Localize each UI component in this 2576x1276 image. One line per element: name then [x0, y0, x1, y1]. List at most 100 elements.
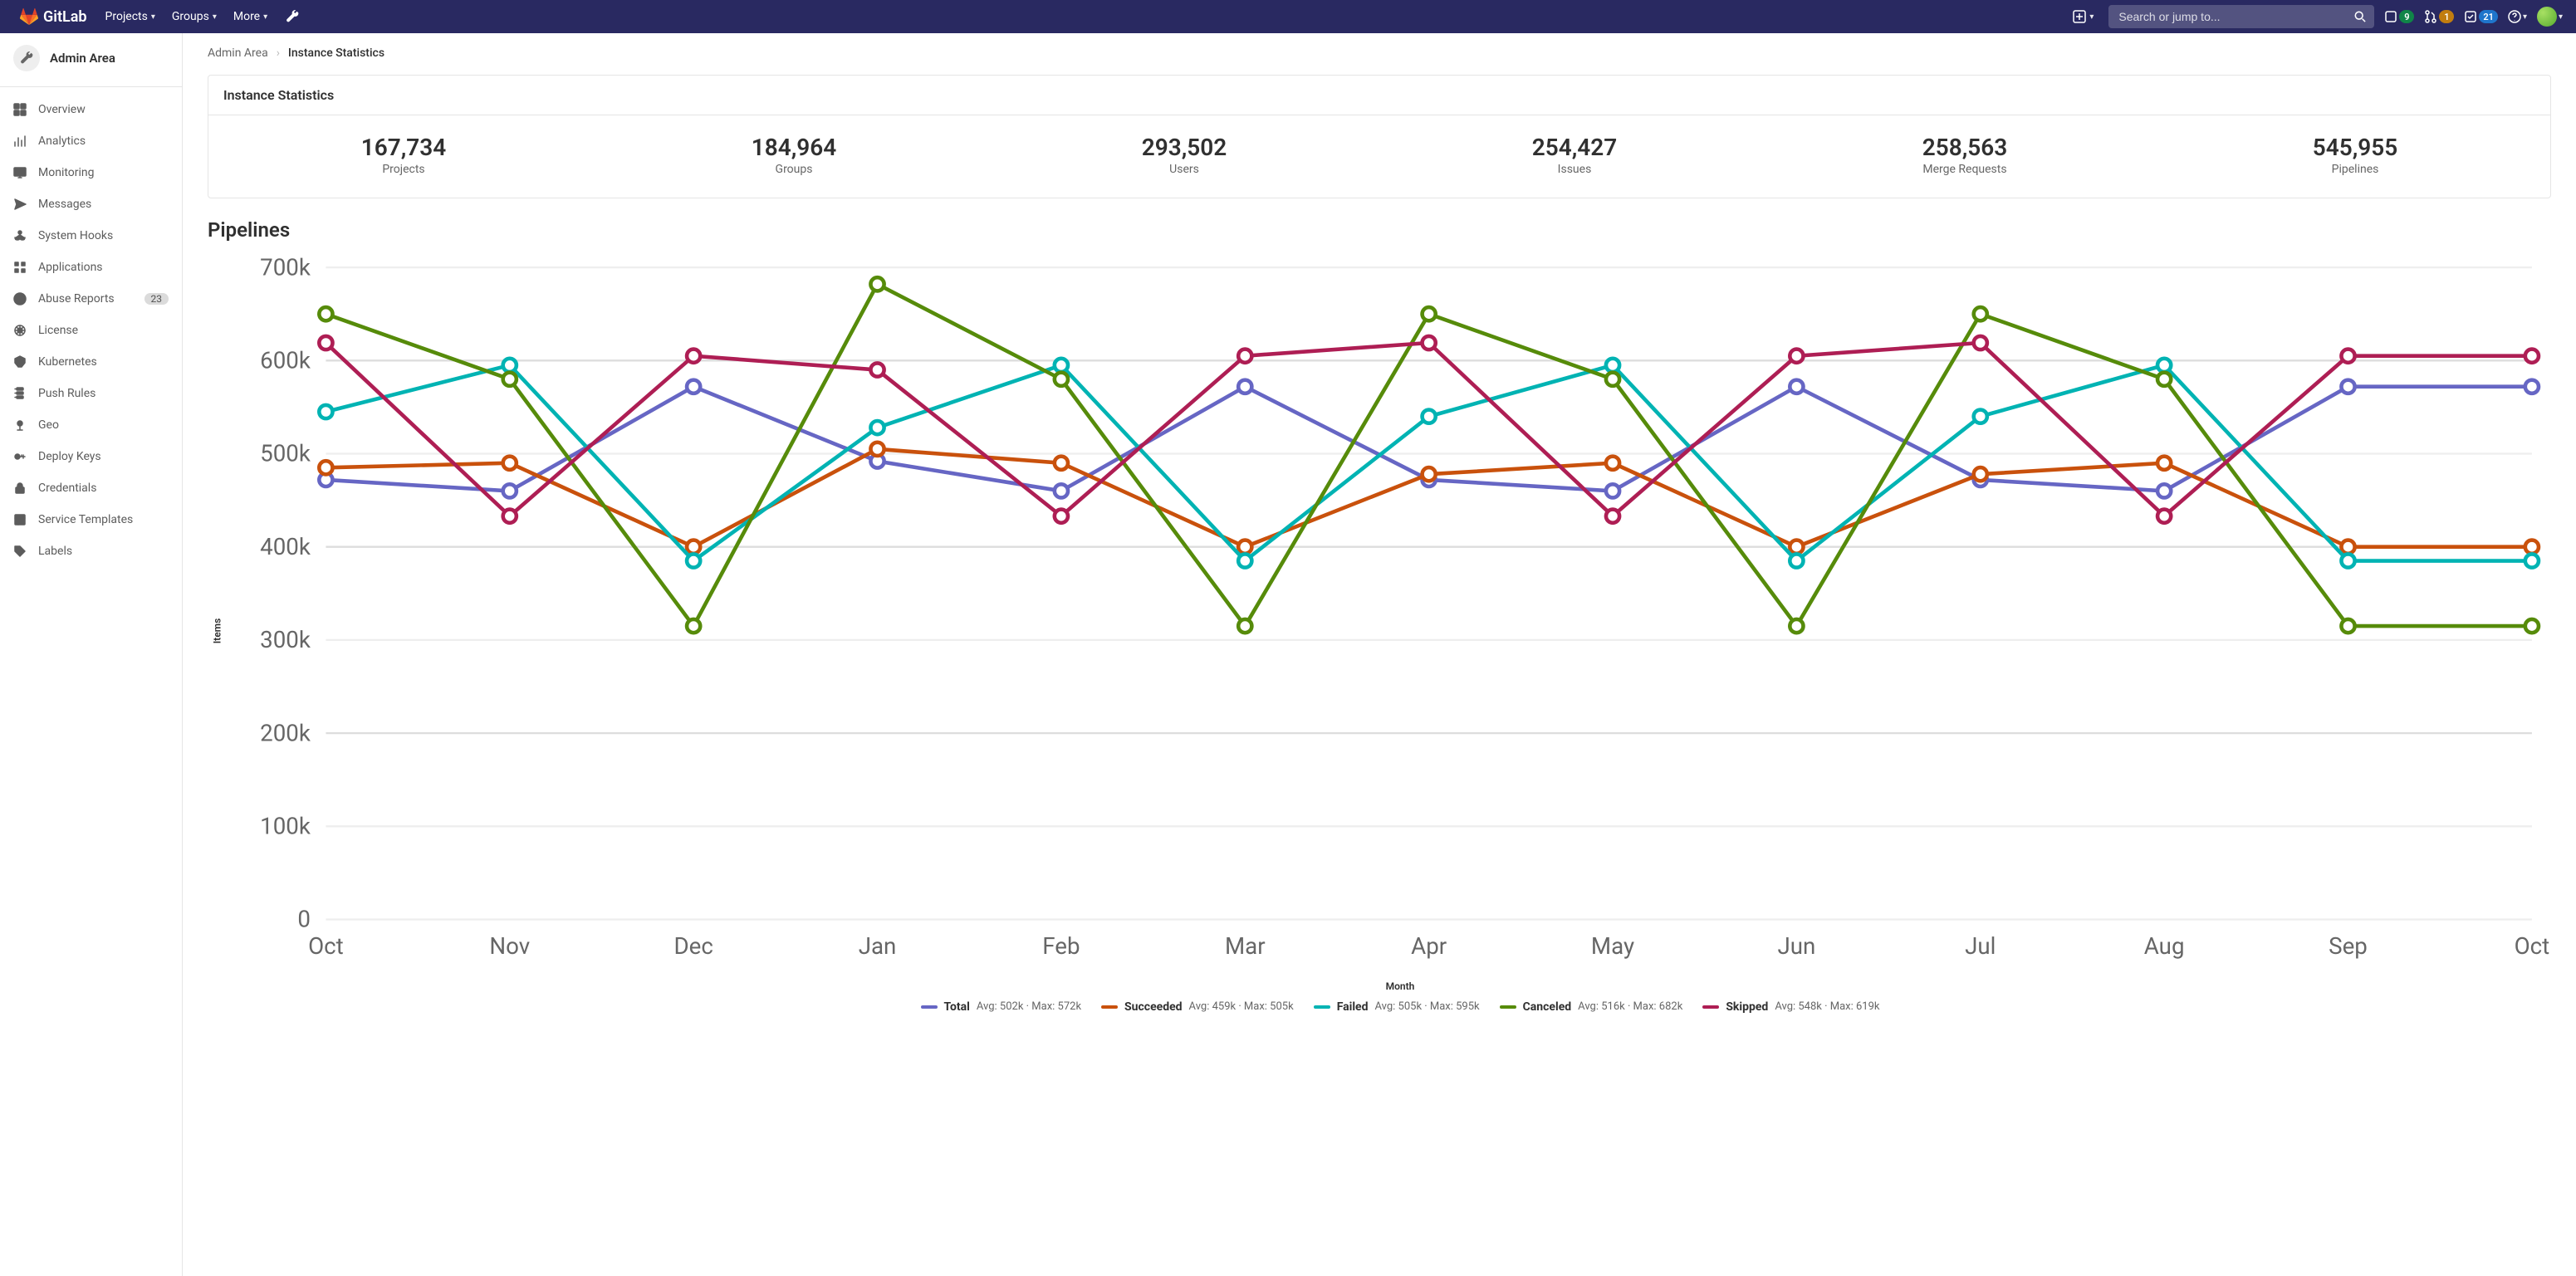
license-icon [13, 324, 27, 337]
help-dropdown[interactable]: ▾ [2508, 10, 2527, 23]
sidebar-item-monitoring[interactable]: Monitoring [0, 157, 182, 188]
breadcrumb-parent[interactable]: Admin Area [208, 46, 268, 60]
series-point [1238, 619, 1251, 633]
sidebar-item-labels[interactable]: Labels [0, 535, 182, 567]
series-point [1606, 510, 1619, 523]
nav-item-label: Projects [105, 10, 148, 23]
series-point [687, 540, 700, 554]
stat-value: 184,964 [607, 134, 981, 161]
push-icon [13, 387, 27, 400]
admin-wrench-link[interactable] [279, 0, 306, 33]
series-point [2157, 359, 2171, 372]
nav-item-more[interactable]: More▾ [225, 0, 276, 33]
sidebar-item-messages[interactable]: Messages [0, 188, 182, 220]
sidebar-item-count: 23 [144, 293, 169, 305]
sidebar-item-label: System Hooks [38, 229, 169, 242]
logo-text: GitLab [43, 8, 87, 26]
x-axis-label: Month [249, 980, 2551, 992]
templates-icon [13, 513, 27, 526]
sidebar-item-credentials[interactable]: Credentials [0, 472, 182, 504]
hooks-icon [13, 229, 27, 242]
nav-item-projects[interactable]: Projects▾ [97, 0, 164, 33]
stat-value: 258,563 [1778, 134, 2152, 161]
chevron-down-icon: ▾ [2559, 12, 2563, 22]
legend-item-skipped[interactable]: SkippedAvg: 548k · Max: 619k [1702, 1000, 1879, 1014]
series-point [2157, 373, 2171, 386]
legend-item-succeeded[interactable]: SucceededAvg: 459k · Max: 505k [1101, 1000, 1294, 1014]
legend-name: Skipped [1726, 1000, 1768, 1014]
sidebar-item-abuse-reports[interactable]: Abuse Reports23 [0, 283, 182, 315]
top-nav-left: GitLab Projects▾Groups▾More▾ [13, 0, 306, 33]
sidebar-item-kubernetes[interactable]: Kubernetes [0, 346, 182, 378]
search-input[interactable] [2108, 5, 2374, 28]
stat-value: 293,502 [997, 134, 1371, 161]
issues-badge: 9 [2399, 10, 2414, 23]
todos-link[interactable]: 21 [2464, 10, 2498, 23]
keys-icon [13, 450, 27, 463]
sidebar-separator [0, 86, 182, 87]
series-point [687, 554, 700, 567]
y-tick-label: 500k [260, 440, 311, 467]
sidebar-item-geo[interactable]: Geo [0, 409, 182, 441]
stats-card: Instance Statistics 167,734Projects184,9… [208, 75, 2551, 198]
sidebar-item-service-templates[interactable]: Service Templates [0, 504, 182, 535]
series-point [1055, 359, 1068, 372]
legend-swatch [1702, 1005, 1719, 1009]
sidebar-item-applications[interactable]: Applications [0, 252, 182, 283]
series-point [1974, 336, 1987, 350]
gitlab-logo[interactable]: GitLab [13, 7, 94, 26]
abuse-icon [13, 292, 27, 306]
series-point [319, 336, 332, 350]
chevron-down-icon: ▾ [263, 12, 267, 22]
series-point [1790, 380, 1803, 394]
nav-item-groups[interactable]: Groups▾ [164, 0, 225, 33]
stat-label: Pipelines [2168, 163, 2542, 176]
sidebar-item-push-rules[interactable]: Push Rules [0, 378, 182, 409]
legend-stats: Avg: 516k · Max: 682k [1578, 1000, 1682, 1013]
wrench-icon [286, 10, 299, 23]
sidebar-item-overview[interactable]: Overview [0, 94, 182, 125]
legend-item-failed[interactable]: FailedAvg: 505k · Max: 595k [1314, 1000, 1480, 1014]
sidebar-item-system-hooks[interactable]: System Hooks [0, 220, 182, 252]
chevron-down-icon: ▾ [2089, 12, 2094, 22]
legend-name: Total [944, 1000, 970, 1014]
x-tick-label: Sep [2329, 932, 2368, 960]
series-point [503, 359, 517, 372]
series-point [503, 373, 517, 386]
series-point [870, 442, 884, 456]
y-tick-label: 100k [260, 813, 311, 840]
stat-label: Issues [1388, 163, 1761, 176]
sidebar-header[interactable]: Admin Area [0, 33, 182, 83]
sidebar-item-deploy-keys[interactable]: Deploy Keys [0, 441, 182, 472]
merge-requests-link[interactable]: 1 [2424, 10, 2454, 23]
new-dropdown[interactable]: ▾ [2068, 7, 2099, 27]
user-menu[interactable]: ▾ [2537, 7, 2563, 27]
stat-value: 167,734 [217, 134, 590, 161]
series-point [1790, 350, 1803, 363]
series-point [1974, 467, 1987, 481]
sidebar-item-license[interactable]: License [0, 315, 182, 346]
series-point [870, 363, 884, 376]
sidebar-item-analytics[interactable]: Analytics [0, 125, 182, 157]
stat-value: 545,955 [2168, 134, 2542, 161]
x-tick-label: Jul [1965, 932, 1996, 960]
y-axis-label: Items [211, 618, 223, 644]
series-point [2341, 554, 2354, 567]
legend-item-total[interactable]: Total Avg: 502k · Max: 572k [921, 1000, 1082, 1014]
series-point [1790, 619, 1803, 633]
series-point [319, 461, 332, 474]
breadcrumb: Admin Area › Instance Statistics [208, 46, 2551, 60]
legend-item-canceled[interactable]: CanceledAvg: 516k · Max: 682k [1500, 1000, 1683, 1014]
series-point [1055, 457, 1068, 470]
labels-icon [13, 545, 27, 558]
series-point [503, 510, 517, 523]
analytics-icon [13, 134, 27, 148]
stat-merge-requests: 258,563Merge Requests [1770, 115, 2160, 198]
x-tick-label: Nov [489, 932, 530, 960]
x-tick-label: Jan [859, 932, 897, 960]
y-tick-label: 200k [260, 719, 311, 746]
x-tick-label: Jun [1777, 932, 1815, 960]
legend-stats: Avg: 502k · Max: 572k [977, 1000, 1081, 1013]
issues-link[interactable]: 9 [2384, 10, 2414, 23]
nav-item-label: Groups [172, 10, 209, 23]
